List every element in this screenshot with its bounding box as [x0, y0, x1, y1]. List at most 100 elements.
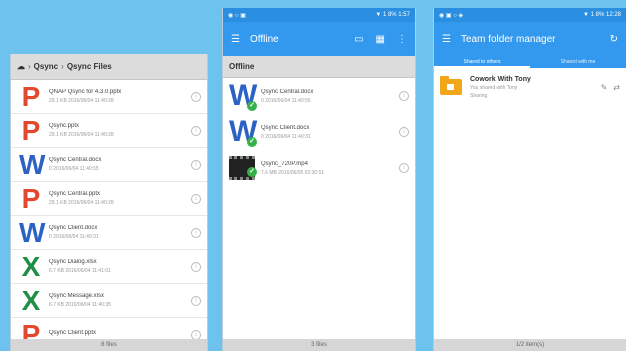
- file-name: Qsync Central.docx: [261, 88, 314, 95]
- file-info: Qsync.pptx 29.1 KB 2016/06/04 11:40:28: [49, 123, 191, 138]
- file-name: Qsync Client.pptx: [49, 330, 97, 336]
- file-info: Qsync Client.pptx: [49, 330, 191, 339]
- info-icon[interactable]: i: [191, 125, 201, 136]
- breadcrumb-item[interactable]: Qsync: [34, 62, 58, 71]
- breadcrumb-item[interactable]: Qsync Files: [67, 62, 112, 71]
- file-count: 8 files: [11, 339, 207, 351]
- file-row[interactable]: W Qsync Central.docx 0 2016/06/04 11:40:55…: [11, 148, 207, 182]
- info-icon[interactable]: i: [191, 295, 201, 306]
- file-row[interactable]: P QNAP Qsync for 4.3.0.pptx 29.1 KB 2016/0…: [11, 80, 207, 114]
- video-icon: ✓: [229, 156, 257, 180]
- file-info: QNAP Qsync for 4.3.0.pptx 29.1 KB 2016/06…: [49, 89, 191, 104]
- team-folder-name: Cowork With Tony: [470, 75, 531, 83]
- file-name: QNAP Qsync for 4.3.0.pptx: [49, 89, 122, 95]
- powerpoint-icon: P: [21, 80, 41, 112]
- status-icons: ◉ ▣ ○ ◈: [439, 12, 464, 19]
- file-meta: 7.6 MB 2016/06/05 03:30:51: [261, 169, 325, 176]
- page-title: Team folder manager: [460, 33, 556, 45]
- page-title: Offline: [249, 33, 279, 45]
- team-folder-shared-with: You shared with Tony: [470, 84, 518, 91]
- info-icon[interactable]: i: [399, 91, 409, 101]
- breadcrumb: ☁ › Qsync › Qsync Files: [11, 54, 207, 80]
- file-info: Qsync_720P.mp4 7.6 MB 2016/06/05 03:30:51: [261, 161, 399, 176]
- edit-icon[interactable]: ✎: [601, 83, 608, 92]
- file-meta: 6.7 KB 2016/06/04 11:41:01: [49, 268, 111, 274]
- info-icon[interactable]: i: [191, 193, 201, 204]
- info-icon[interactable]: i: [399, 163, 409, 173]
- check-badge-icon: ✓: [247, 167, 257, 177]
- refresh-icon[interactable]: ↻: [610, 34, 618, 45]
- app-bar: ☰ Team folder manager ↻: [434, 22, 626, 56]
- info-icon[interactable]: i: [191, 227, 201, 238]
- file-name: Qsync Message.xlsx: [49, 293, 105, 299]
- word-icon: W: [19, 216, 46, 248]
- team-folder-row[interactable]: Cowork With Tony You shared with Tony Sh…: [434, 68, 626, 106]
- info-icon[interactable]: i: [191, 91, 201, 102]
- folder-icon: [440, 76, 462, 95]
- file-info: Qsync Central.docx 0 2016/06/04 11:40:55: [49, 157, 191, 172]
- file-meta: 0 2016/06/04 11:40:55: [49, 166, 99, 172]
- file-meta: 0 2016/06/04 11:40:31: [49, 234, 99, 240]
- offline-file-row[interactable]: ✓ Qsync_720P.mp4 7.6 MB 2016/06/05 03:30:5…: [223, 150, 415, 186]
- chevron-right-icon: ›: [28, 62, 31, 71]
- phone-team-folder-screen: ◉ ▣ ○ ◈ ▼ 1 8% 12:28 ☰ Team folder manag…: [433, 8, 626, 351]
- check-badge-icon: ✓: [247, 137, 257, 147]
- file-info: Qsync Client.docx 0 2016/06/04 11:40:31: [261, 125, 399, 140]
- file-name: Qsync Central.pptx: [49, 191, 101, 197]
- unshare-icon[interactable]: ⇄: [613, 83, 620, 92]
- phone-offline-screen: ◉ ○ ▣ ▼ 1 8% 1:57 ☰ Offline ▭ ▦ ⋮ Offlin…: [222, 8, 416, 351]
- menu-icon[interactable]: ☰: [442, 34, 451, 45]
- tab-shared-with-me[interactable]: Shared with me: [530, 56, 626, 68]
- offline-file-row[interactable]: W ✓ Qsync Client.docx 0 2016/06/04 11:40:31…: [223, 114, 415, 150]
- file-info: Qsync Central.pptx 29.1 KB 2016/06/04 11:…: [49, 191, 191, 206]
- app-bar: ☰ Offline ▭ ▦ ⋮: [223, 22, 415, 56]
- cast-icon[interactable]: ▭: [354, 34, 363, 45]
- more-icon[interactable]: ⋮: [397, 34, 407, 45]
- file-info: Qsync Central.docx 0 2016/06/04 11:40:55: [261, 89, 399, 104]
- file-name: Qsync Central.docx: [49, 157, 102, 163]
- file-name: Qsync Dialog.xlsx: [49, 259, 97, 265]
- info-icon[interactable]: i: [191, 329, 201, 340]
- powerpoint-icon: P: [21, 114, 41, 146]
- cloud-icon[interactable]: ☁: [17, 62, 25, 71]
- file-name: Qsync Client.docx: [49, 225, 98, 231]
- info-icon[interactable]: i: [399, 127, 409, 137]
- grid-icon[interactable]: ▦: [376, 34, 385, 45]
- excel-icon: X: [21, 250, 41, 282]
- file-meta: 0 2016/06/04 11:40:31: [261, 133, 311, 140]
- file-row[interactable]: P Qsync.pptx 29.1 KB 2016/06/04 11:40:28 i: [11, 114, 207, 148]
- word-icon: W ✓: [229, 81, 257, 111]
- menu-icon[interactable]: ☰: [231, 34, 240, 45]
- section-header: Offline: [223, 56, 415, 78]
- word-icon: W ✓: [229, 117, 257, 147]
- file-count: 3 files: [223, 339, 415, 351]
- item-count: 1/2 item(s): [434, 339, 626, 351]
- team-folder-status: Sharing: [470, 92, 488, 99]
- status-icons: ◉ ○ ▣: [228, 12, 246, 19]
- file-meta: 29.1 KB 2016/06/04 11:40:28: [49, 98, 114, 104]
- file-row[interactable]: W Qsync Client.docx 0 2016/06/04 11:40:31 i: [11, 216, 207, 250]
- chevron-right-icon: ›: [61, 62, 64, 71]
- info-icon[interactable]: i: [191, 159, 201, 170]
- status-bar: ◉ ▣ ○ ◈ ▼ 1 8% 12:28: [434, 8, 626, 22]
- file-row[interactable]: X Qsync Dialog.xlsx 6.7 KB 2016/06/04 11:4…: [11, 250, 207, 284]
- file-name: Qsync.pptx: [49, 123, 80, 129]
- team-folder-info: Cowork With Tony You shared with Tony Sh…: [470, 76, 595, 99]
- info-icon[interactable]: i: [191, 261, 201, 272]
- file-row[interactable]: P Qsync Central.pptx 29.1 KB 2016/06/04 11…: [11, 182, 207, 216]
- file-meta: 29.1 KB 2016/06/04 11:40:28: [49, 200, 114, 206]
- status-info: ▼ 1 8% 1:57: [375, 12, 410, 18]
- file-name: Qsync Client.docx: [261, 124, 310, 131]
- powerpoint-icon: P: [21, 182, 41, 214]
- word-icon: W: [19, 148, 46, 180]
- tab-shared-to-others[interactable]: Shared to others: [434, 56, 530, 68]
- tab-bar: Shared to others Shared with me: [434, 56, 626, 68]
- file-name: Qsync_720P.mp4: [261, 160, 308, 167]
- offline-file-row[interactable]: W ✓ Qsync Central.docx 0 2016/06/04 11:40:5…: [223, 78, 415, 114]
- file-meta: 6.7 KB 2016/06/04 11:40:35: [49, 302, 111, 308]
- excel-icon: X: [21, 284, 41, 316]
- offline-file-list: W ✓ Qsync Central.docx 0 2016/06/04 11:40:5…: [223, 78, 415, 186]
- file-row[interactable]: X Qsync Message.xlsx 6.7 KB 2016/06/04 11:…: [11, 284, 207, 318]
- status-bar: ◉ ○ ▣ ▼ 1 8% 1:57: [223, 8, 415, 22]
- file-list: P QNAP Qsync for 4.3.0.pptx 29.1 KB 2016/0…: [11, 80, 207, 351]
